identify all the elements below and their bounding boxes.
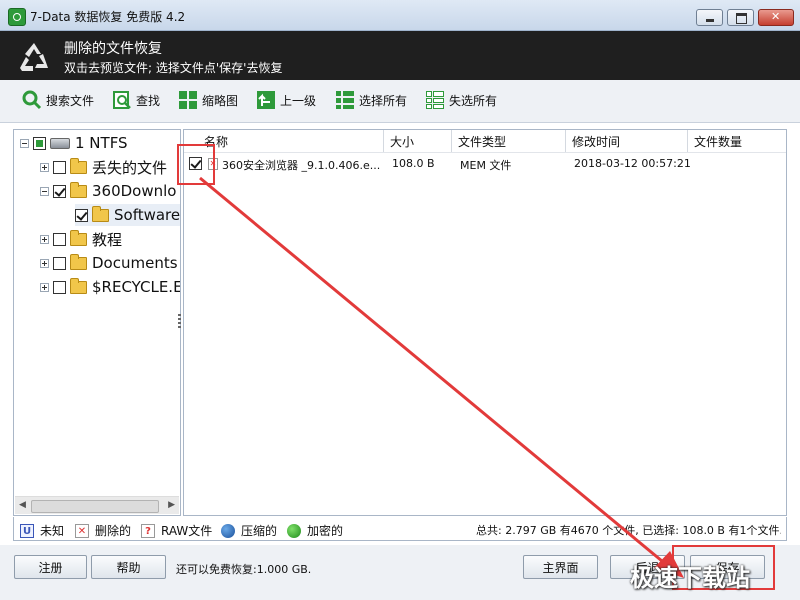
watermark-text: 极速下载站: [630, 564, 750, 592]
annotation-box-checkbox: [177, 144, 215, 185]
annotation-arrow: [199, 176, 684, 578]
